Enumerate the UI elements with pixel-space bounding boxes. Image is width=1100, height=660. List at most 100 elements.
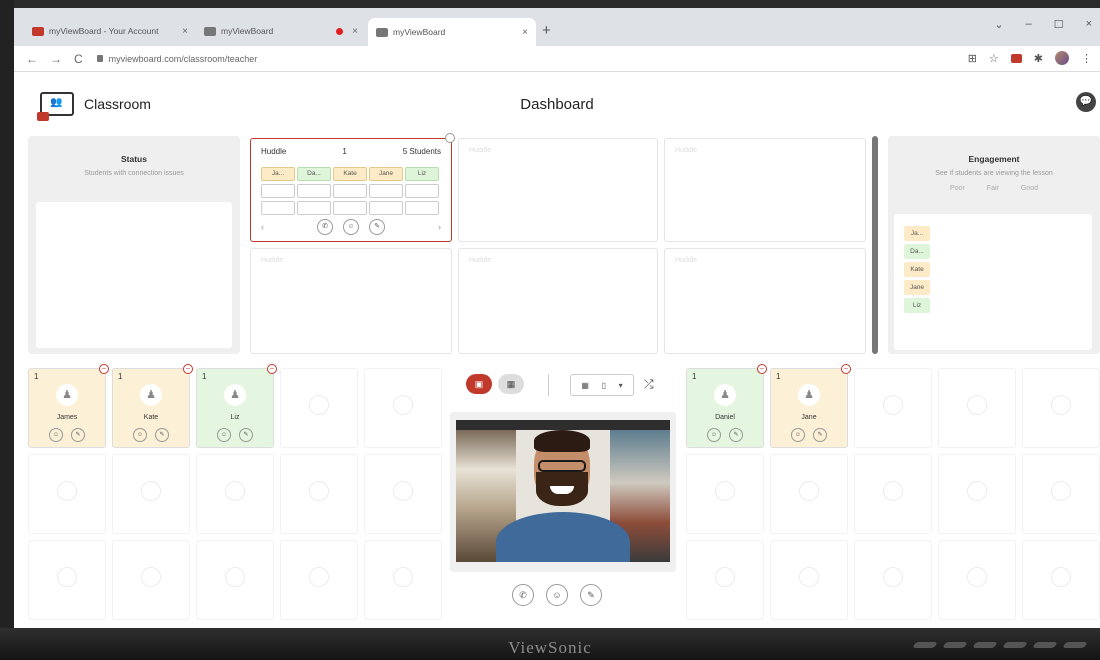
teacher-video[interactable] <box>456 420 670 562</box>
grid-view-icon[interactable]: ▦ <box>498 374 524 394</box>
tab-search-icon[interactable]: ⌄ <box>994 18 1003 31</box>
empty-seat[interactable] <box>1022 368 1100 448</box>
pen-icon[interactable]: ✎ <box>155 428 169 442</box>
star-icon[interactable]: ☆ <box>989 52 999 65</box>
empty-seat[interactable] <box>28 540 106 620</box>
back-icon[interactable]: ← <box>26 52 38 66</box>
empty-seat[interactable] <box>364 368 442 448</box>
pen-icon[interactable]: ✎ <box>369 219 385 235</box>
pen-icon[interactable]: ✎ <box>580 584 602 606</box>
empty-seat[interactable] <box>28 454 106 534</box>
huddle-member[interactable]: Kate <box>333 167 367 181</box>
empty-seat[interactable] <box>112 540 190 620</box>
empty-seat[interactable] <box>196 540 274 620</box>
tab-myviewboard-active[interactable]: myViewBoard × <box>368 18 536 46</box>
student-seat-kate[interactable]: 1 – ♟ Kate ☺ ✎ <box>112 364 193 448</box>
user-icon[interactable]: ☺ <box>707 428 721 442</box>
empty-seat[interactable] <box>196 454 274 534</box>
new-tab-button[interactable]: + <box>542 22 551 39</box>
url-field[interactable]: myviewboard.com/classroom/teacher <box>96 54 257 64</box>
huddle-card-empty[interactable]: Huddle <box>664 248 866 354</box>
empty-seat[interactable] <box>1022 454 1100 534</box>
user-icon[interactable]: ☺ <box>546 584 568 606</box>
student-seat-liz[interactable]: 1 – ♟ Liz ☺ ✎ <box>196 364 277 448</box>
huddle-card-empty[interactable]: Huddle <box>664 138 866 242</box>
empty-seat[interactable] <box>686 454 764 534</box>
huddle-slot-empty[interactable] <box>333 201 367 215</box>
tab-account[interactable]: myViewBoard - Your Account × <box>24 18 196 44</box>
empty-seat[interactable] <box>686 540 764 620</box>
empty-seat[interactable] <box>364 454 442 534</box>
huddle-next-icon[interactable]: › <box>438 222 441 232</box>
huddle-pin-icon[interactable] <box>445 133 455 143</box>
huddle-scrollbar[interactable] <box>872 136 878 354</box>
pen-icon[interactable]: ✎ <box>71 428 85 442</box>
empty-seat[interactable] <box>364 540 442 620</box>
remove-icon[interactable]: – <box>183 364 193 374</box>
engagement-student[interactable]: Da... <box>904 244 930 259</box>
menu-icon[interactable]: ⋮ <box>1081 52 1092 65</box>
huddle-member[interactable]: Da... <box>297 167 331 181</box>
huddle-member[interactable]: Ja... <box>261 167 295 181</box>
remove-icon[interactable]: – <box>757 364 767 374</box>
layout-select[interactable]: ▦ ▯ ▾ <box>570 374 634 396</box>
forward-icon[interactable]: → <box>50 52 62 66</box>
remove-icon[interactable]: – <box>841 364 851 374</box>
close-tab-icon[interactable]: × <box>352 26 358 37</box>
profile-avatar[interactable] <box>1055 51 1069 65</box>
empty-seat[interactable] <box>280 540 358 620</box>
huddle-slot-empty[interactable] <box>297 201 331 215</box>
call-icon[interactable]: ✆ <box>512 584 534 606</box>
single-view-icon[interactable]: ▣ <box>466 374 492 394</box>
pen-icon[interactable]: ✎ <box>729 428 743 442</box>
translate-icon[interactable]: ⊞ <box>968 52 977 65</box>
empty-seat[interactable] <box>280 368 358 448</box>
huddle-prev-icon[interactable]: ‹ <box>261 222 264 232</box>
empty-seat[interactable] <box>854 454 932 534</box>
huddle-slot-empty[interactable] <box>261 184 295 198</box>
empty-seat[interactable] <box>1022 540 1100 620</box>
engagement-student[interactable]: Jane <box>904 280 930 295</box>
engagement-student[interactable]: Liz <box>904 298 930 313</box>
close-window-button[interactable]: × <box>1086 18 1092 31</box>
huddle-slot-empty[interactable] <box>369 201 403 215</box>
user-icon[interactable]: ☺ <box>343 219 359 235</box>
empty-seat[interactable] <box>280 454 358 534</box>
chat-icon[interactable]: 💬 <box>1076 92 1096 112</box>
remove-icon[interactable]: – <box>99 364 109 374</box>
huddle-slot-empty[interactable] <box>297 184 331 198</box>
huddle-member[interactable]: Liz <box>405 167 439 181</box>
user-icon[interactable]: ☺ <box>217 428 231 442</box>
student-seat-daniel[interactable]: 1 – ♟ Daniel ☺ ✎ <box>686 364 767 448</box>
empty-seat[interactable] <box>938 540 1016 620</box>
pen-icon[interactable]: ✎ <box>813 428 827 442</box>
empty-seat[interactable] <box>938 368 1016 448</box>
huddle-card-active[interactable]: Huddle 1 5 Students Ja... Da... Kate Jan… <box>250 133 455 242</box>
empty-seat[interactable] <box>770 540 848 620</box>
user-icon[interactable]: ☺ <box>49 428 63 442</box>
empty-seat[interactable] <box>854 540 932 620</box>
remove-icon[interactable]: – <box>267 364 277 374</box>
empty-seat[interactable] <box>938 454 1016 534</box>
minimize-button[interactable]: – <box>1026 18 1032 31</box>
student-seat-james[interactable]: 1 – ♟ James ☺ ✎ <box>28 364 109 448</box>
call-icon[interactable]: ✆ <box>317 219 333 235</box>
shuffle-icon[interactable]: ⤮ <box>644 377 654 392</box>
tab-myviewboard[interactable]: myViewBoard × <box>196 18 366 44</box>
huddle-card-empty[interactable]: Huddle <box>458 248 658 354</box>
close-tab-icon[interactable]: × <box>182 26 188 37</box>
user-icon[interactable]: ☺ <box>791 428 805 442</box>
close-tab-icon[interactable]: × <box>522 27 528 38</box>
huddle-slot-empty[interactable] <box>405 184 439 198</box>
engagement-student[interactable]: Ja... <box>904 226 930 241</box>
user-icon[interactable]: ☺ <box>133 428 147 442</box>
huddle-slot-empty[interactable] <box>369 184 403 198</box>
huddle-card-empty[interactable]: Huddle <box>458 138 658 242</box>
huddle-member[interactable]: Jane <box>369 167 403 181</box>
huddle-slot-empty[interactable] <box>405 201 439 215</box>
student-seat-jane[interactable]: 1 – ♟ Jane ☺ ✎ <box>770 364 851 448</box>
empty-seat[interactable] <box>854 368 932 448</box>
huddle-slot-empty[interactable] <box>333 184 367 198</box>
reload-icon[interactable]: C <box>74 52 83 66</box>
pen-icon[interactable]: ✎ <box>239 428 253 442</box>
